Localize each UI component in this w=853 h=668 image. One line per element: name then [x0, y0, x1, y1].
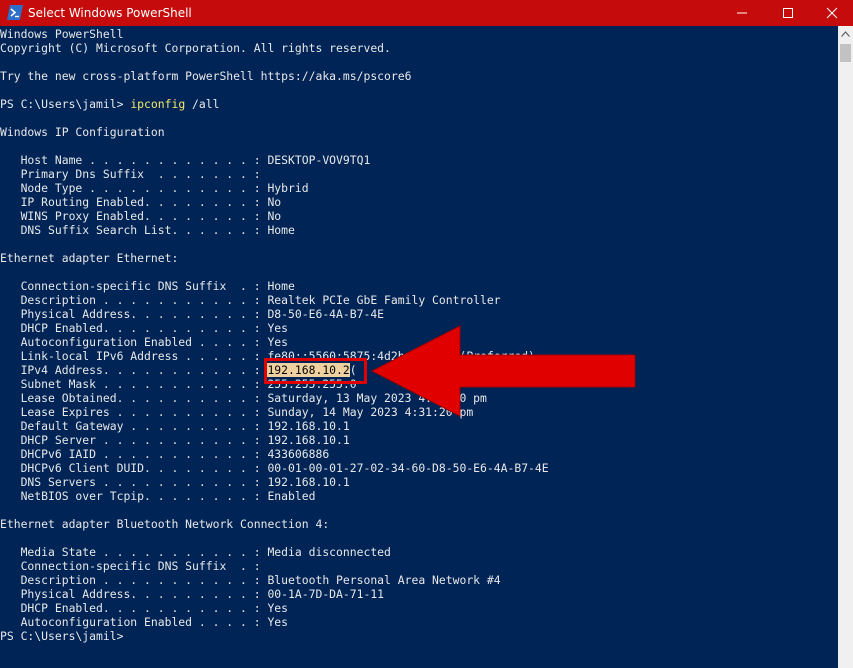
minimize-button[interactable]	[719, 0, 765, 26]
final-prompt: PS C:\Users\jamil>	[0, 629, 124, 643]
output-line: Autoconfiguration Enabled . . . . : Yes	[0, 335, 289, 349]
powershell-window: Select Windows PowerShell Windows PowerS…	[0, 0, 853, 668]
chevron-up-icon	[841, 31, 850, 37]
ipv4-address-selected[interactable]: 192.168.10.2	[267, 363, 350, 377]
output-line: DHCPv6 IAID . . . . . . . . . . . : 4336…	[0, 447, 330, 461]
section-heading: Ethernet adapter Bluetooth Network Conne…	[0, 517, 330, 531]
output-line: DHCP Enabled. . . . . . . . . . . : Yes	[0, 601, 289, 615]
scroll-thumb[interactable]	[840, 44, 851, 62]
output-line: Primary Dns Suffix . . . . . . . :	[0, 167, 261, 181]
maximize-icon	[783, 8, 793, 18]
output-line: DNS Suffix Search List. . . . . . : Home	[0, 223, 295, 237]
output-line: Node Type . . . . . . . . . . . . : Hybr…	[0, 181, 309, 195]
close-icon	[826, 7, 838, 19]
output-line: DHCP Server . . . . . . . . . . . : 192.…	[0, 433, 350, 447]
output-line: NetBIOS over Tcpip. . . . . . . . : Enab…	[0, 489, 316, 503]
output-line: Link-local IPv6 Address . . . . . : fe80…	[0, 349, 535, 363]
output-line: DHCPv6 Client DUID. . . . . . . . : 00-0…	[0, 461, 549, 475]
ipv4-suffix: (	[349, 363, 357, 377]
ipv4-label: IPv4 Address. . . . . . . . . . . :	[0, 363, 268, 377]
output-line: Description . . . . . . . . . . . : Real…	[0, 293, 501, 307]
window-title: Select Windows PowerShell	[28, 6, 192, 20]
output-line: WINS Proxy Enabled. . . . . . . . : No	[0, 209, 282, 223]
close-button[interactable]	[809, 0, 853, 26]
console-output[interactable]: Windows PowerShell Copyright (C) Microso…	[0, 26, 838, 668]
output-line: DHCP Enabled. . . . . . . . . . . : Yes	[0, 321, 289, 335]
output-line: Physical Address. . . . . . . . . : D8-5…	[0, 307, 385, 321]
console-header-line: Copyright (C) Microsoft Corporation. All…	[0, 41, 391, 55]
command-name: ipconfig	[130, 97, 186, 111]
section-heading: Ethernet adapter Ethernet:	[0, 251, 179, 265]
output-line: DNS Servers . . . . . . . . . . . : 192.…	[0, 475, 350, 489]
console-header-line: Try the new cross-platform PowerShell ht…	[0, 69, 412, 83]
output-line: Physical Address. . . . . . . . . : 00-1…	[0, 587, 385, 601]
minimize-icon	[737, 12, 747, 14]
prompt: PS C:\Users\jamil>	[0, 97, 131, 111]
output-line: Default Gateway . . . . . . . . . : 192.…	[0, 419, 350, 433]
output-line: Connection-specific DNS Suffix . :	[0, 559, 261, 573]
console-header-line: Windows PowerShell	[0, 27, 124, 41]
output-line: Lease Expires . . . . . . . . . . : Sund…	[0, 405, 474, 419]
powershell-icon[interactable]	[7, 5, 23, 20]
section-heading: Windows IP Configuration	[0, 125, 165, 139]
console-text: Windows PowerShell Copyright (C) Microso…	[0, 27, 549, 643]
scroll-up-button[interactable]	[838, 26, 853, 42]
output-line: Subnet Mask . . . . . . . . . . . : 255.…	[0, 377, 357, 391]
output-line: Autoconfiguration Enabled . . . . : Yes	[0, 615, 289, 629]
vertical-scrollbar[interactable]	[838, 26, 853, 668]
output-line: Connection-specific DNS Suffix . : Home	[0, 279, 295, 293]
output-line: Media State . . . . . . . . . . . : Medi…	[0, 545, 391, 559]
output-line: Host Name . . . . . . . . . . . . : DESK…	[0, 153, 371, 167]
output-line: IP Routing Enabled. . . . . . . . : No	[0, 195, 282, 209]
output-line: Lease Obtained. . . . . . . . . . : Satu…	[0, 391, 487, 405]
maximize-button[interactable]	[765, 0, 811, 26]
output-line: Description . . . . . . . . . . . : Blue…	[0, 573, 501, 587]
title-bar[interactable]: Select Windows PowerShell	[0, 0, 853, 26]
command-args: /all	[185, 97, 220, 111]
